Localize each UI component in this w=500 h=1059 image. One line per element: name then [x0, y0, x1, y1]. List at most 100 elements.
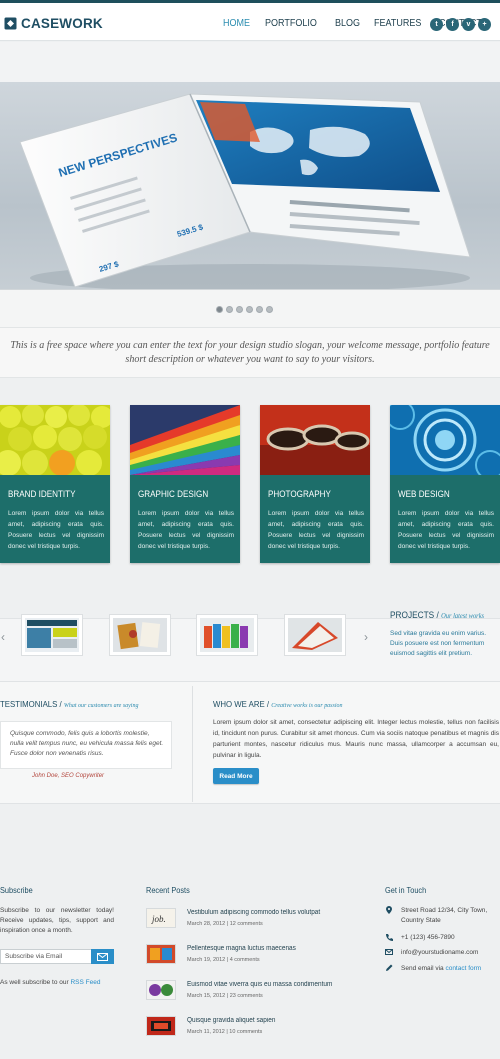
hero-slider[interactable]: NEW PERSPECTIVES 539.5 $ 297 $	[0, 82, 500, 290]
lenses-image	[260, 405, 370, 475]
address-line-1: Street Road 12/34, City Town,	[401, 907, 488, 914]
service-description: Lorem ipsum dolor via tellus amet, adipi…	[8, 510, 104, 550]
post-thumbnail	[146, 1016, 176, 1036]
phone-icon	[386, 934, 393, 941]
testimonial-author: John Doe, SEO Copywriter	[32, 773, 105, 779]
contact-heading: Get in Touch	[385, 886, 427, 895]
header-spacer	[0, 42, 500, 82]
facebook-icon[interactable]: f	[446, 18, 459, 31]
recent-post[interactable]: job. Vestibulum adipiscing commodo tellu…	[146, 908, 346, 934]
post-meta: March 19, 2012 | 4 comments	[187, 957, 260, 963]
carousel-prev-arrow[interactable]: ‹	[1, 630, 5, 644]
projects-heading: PROJECTS / Our latest works	[390, 610, 484, 620]
subscribe-heading: Subscribe	[0, 886, 33, 895]
service-card-photography[interactable]: PHOTOGRAPHY Lorem ipsum dolor via tellus…	[260, 405, 370, 563]
nav-portfolio[interactable]: PORTFOLIO	[265, 18, 317, 29]
service-image	[390, 405, 500, 475]
pencil-icon	[386, 964, 393, 971]
service-title: WEB DESIGN	[398, 489, 450, 499]
logo-mark-icon	[4, 17, 17, 30]
subscribe-text: Subscribe to our newsletter today! Recei…	[0, 907, 114, 934]
slider-dot[interactable]	[256, 306, 263, 313]
contact-form-link[interactable]: contact form	[445, 965, 481, 972]
project-thumbnail[interactable]	[284, 614, 346, 656]
who-separator: /	[266, 699, 270, 709]
service-title: PHOTOGRAPHY	[268, 489, 331, 499]
post-title[interactable]: Euismod vitae viverra quis eu massa cond…	[187, 981, 332, 988]
logo[interactable]: CASEWORK	[4, 16, 103, 31]
subscribe-email-input[interactable]	[0, 949, 92, 964]
rss-line: As well subscribe to our RSS Feed	[0, 979, 100, 986]
service-image	[130, 405, 240, 475]
testimonial-quote: Quisque commodo, felis quis a lobortis m…	[10, 730, 164, 757]
nav-features[interactable]: FEATURES	[374, 18, 421, 29]
post-title[interactable]: Pellentesque magna luctus maecenas	[187, 945, 296, 952]
phone-number: +1 (123) 456-7890	[401, 934, 455, 941]
contact-form-prefix: Send email via	[401, 965, 444, 972]
section-divider	[192, 686, 193, 802]
service-description: Lorem ipsum dolor via tellus amet, adipi…	[268, 510, 364, 550]
service-image	[0, 405, 110, 475]
rss-feed-link[interactable]: RSS Feed	[70, 979, 100, 986]
who-we-are-heading: WHO WE ARE / Creative works is our passi…	[213, 699, 342, 709]
recent-post[interactable]: Pellentesque magna luctus maecenas March…	[146, 944, 346, 970]
project-thumbnail[interactable]	[196, 614, 258, 656]
slider-dot[interactable]	[236, 306, 243, 313]
service-title: GRAPHIC DESIGN	[138, 489, 209, 499]
recent-posts-heading: Recent Posts	[146, 886, 190, 895]
address-line-2: Country State	[401, 917, 441, 924]
vimeo-icon[interactable]: v	[462, 18, 475, 31]
recent-post[interactable]: Euismod vitae viverra quis eu massa cond…	[146, 980, 346, 1006]
slider-dot[interactable]	[226, 306, 233, 313]
projects-description: Sed vitae gravida eu enim varius. Duis p…	[390, 630, 487, 657]
blue-pattern-image	[390, 405, 500, 475]
rss-prefix: As well subscribe to our	[0, 979, 69, 986]
envelope-icon	[385, 949, 393, 955]
post-title[interactable]: Vestibulum adipiscing commodo tellus vol…	[187, 909, 320, 916]
project-thumbnail[interactable]	[109, 614, 171, 656]
who-subtitle: Creative works is our passion	[271, 702, 343, 709]
service-image	[260, 405, 370, 475]
slider-dot[interactable]	[246, 306, 253, 313]
testimonials-heading: TESTIMONIALS / What our customers are sa…	[0, 699, 138, 709]
slider-dot[interactable]	[216, 306, 223, 313]
service-description: Lorem ipsum dolor via tellus amet, adipi…	[398, 510, 494, 550]
twitter-icon[interactable]: t	[430, 18, 443, 31]
svg-text:job.: job.	[151, 914, 166, 924]
testimonials-subtitle: What our customers are saying	[63, 702, 139, 709]
social-links: t f v +	[430, 18, 491, 31]
service-card-graphic-design[interactable]: GRAPHIC DESIGN Lorem ipsum dolor via tel…	[130, 405, 240, 563]
post-meta: March 15, 2012 | 23 comments	[187, 993, 263, 999]
nav-home[interactable]: HOME	[223, 18, 250, 29]
who-title: WHO WE ARE	[213, 699, 265, 709]
projects-title: PROJECTS	[390, 610, 435, 620]
brochure-image: NEW PERSPECTIVES 539.5 $ 297 $	[19, 93, 471, 289]
location-pin-icon	[386, 906, 392, 914]
slider-dots	[216, 306, 273, 313]
testimonials-separator: /	[59, 699, 62, 709]
color-swatches-image	[130, 405, 240, 475]
subscribe-button[interactable]	[91, 949, 114, 964]
service-description: Lorem ipsum dolor via tellus amet, adipi…	[138, 510, 234, 550]
read-more-button[interactable]: Read More	[213, 768, 259, 784]
slogan-text: This is a free space where you can enter…	[10, 340, 490, 365]
post-thumbnail	[146, 944, 176, 964]
post-title[interactable]: Quisque gravida aliquet sapien	[187, 1017, 275, 1024]
projects-subtitle: Our latest works	[441, 612, 485, 620]
slider-dot[interactable]	[266, 306, 273, 313]
plus-icon[interactable]: +	[478, 18, 491, 31]
tennis-balls-image	[0, 405, 110, 475]
post-thumbnail	[146, 980, 176, 1000]
service-card-web-design[interactable]: WEB DESIGN Lorem ipsum dolor via tellus …	[390, 405, 500, 563]
recent-post[interactable]: Quisque gravida aliquet sapien March 11,…	[146, 1016, 346, 1042]
post-thumbnail: job.	[146, 908, 176, 928]
testimonials-title: TESTIMONIALS	[0, 699, 58, 709]
project-thumbnail[interactable]	[21, 614, 83, 656]
carousel-next-arrow[interactable]: ›	[364, 630, 368, 644]
service-title: BRAND IDENTITY	[8, 489, 76, 499]
email-address[interactable]: info@yourstudioname.com	[401, 948, 500, 958]
service-card-brand-identity[interactable]: BRAND IDENTITY Lorem ipsum dolor via tel…	[0, 405, 110, 563]
nav-blog[interactable]: BLOG	[335, 18, 360, 29]
mail-icon	[97, 952, 108, 961]
site-header: CASEWORK HOME PORTFOLIO BLOG FEATURES CO…	[0, 3, 500, 41]
